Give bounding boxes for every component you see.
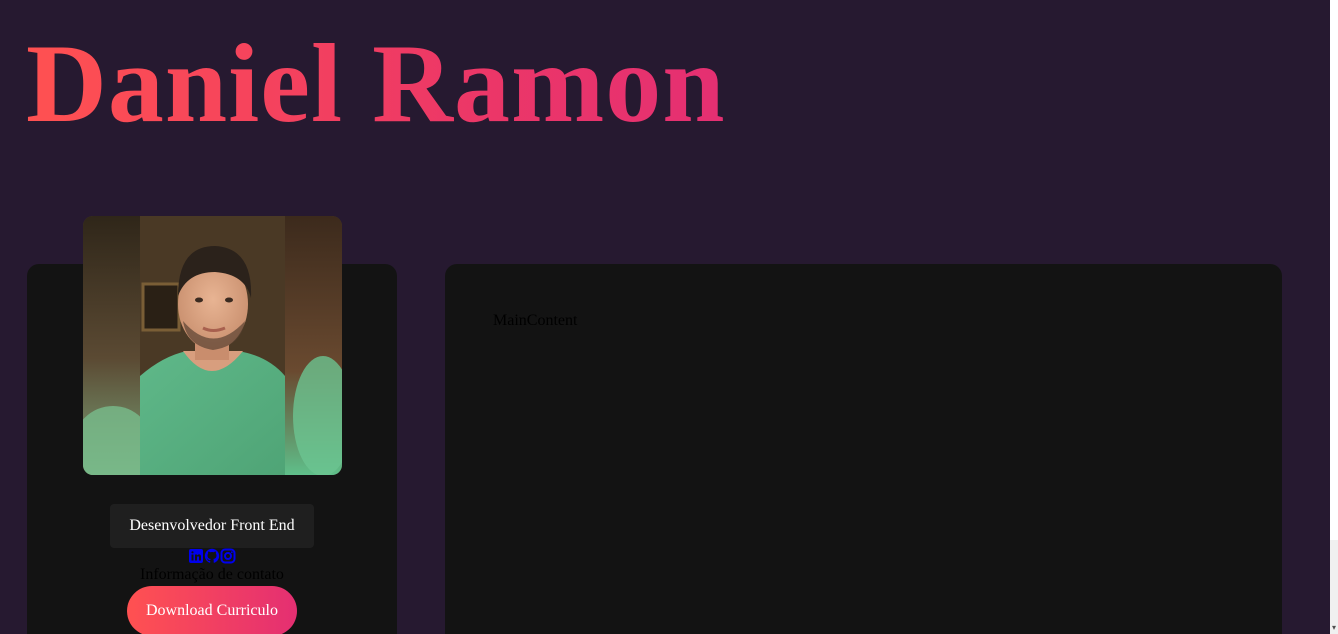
download-resume-button[interactable]: Download Curriculo xyxy=(127,586,297,634)
linkedin-icon[interactable] xyxy=(188,548,204,564)
page: Daniel Ramon Desenvolvedor Front End Inf… xyxy=(0,0,1338,634)
role-badge: Desenvolvedor Front End xyxy=(110,504,314,548)
scroll-down-arrow-icon[interactable]: ▾ xyxy=(1330,624,1338,632)
social-links xyxy=(188,548,236,564)
site-title: Daniel Ramon xyxy=(26,22,726,146)
main-panel: MainContent xyxy=(445,264,1282,634)
profile-photo-image xyxy=(83,216,342,475)
profile-photo xyxy=(83,216,342,475)
github-icon[interactable] xyxy=(204,548,220,564)
main-content-label: MainContent xyxy=(493,312,578,329)
scrollbar-track[interactable] xyxy=(1330,540,1338,634)
contact-info-label: Informação de contato xyxy=(140,566,284,583)
instagram-icon[interactable] xyxy=(220,548,236,564)
vertical-scrollbar[interactable] xyxy=(1330,0,1338,634)
